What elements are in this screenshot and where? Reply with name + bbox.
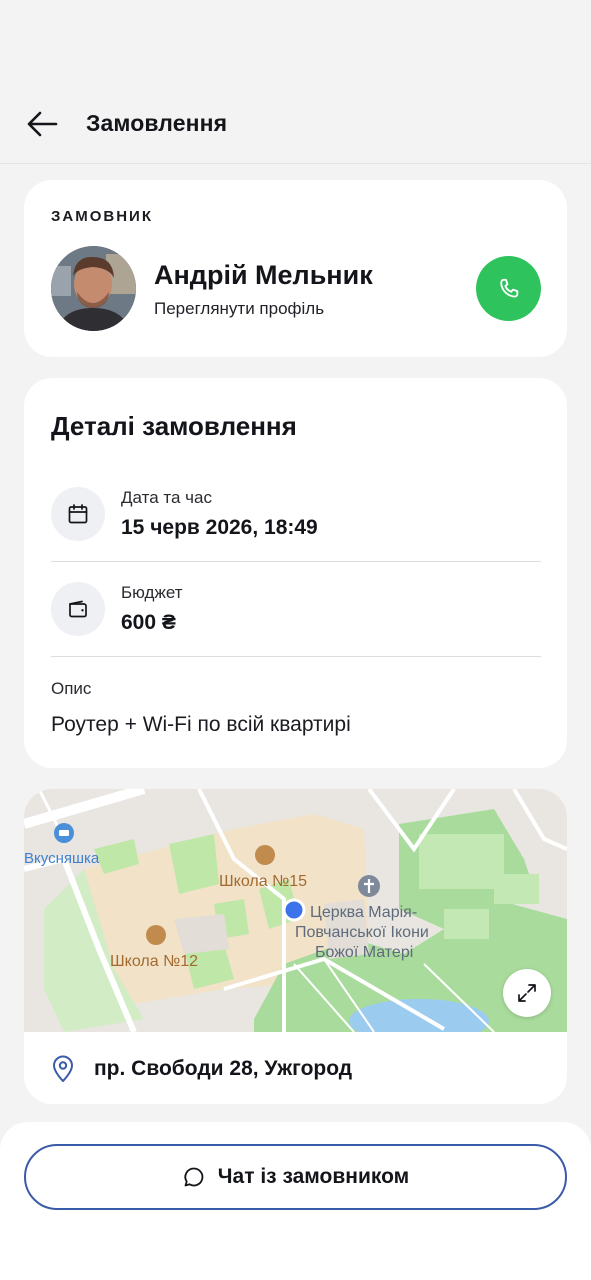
customer-card: ЗАМОВНИК Андрій Мельник Переглянути проф… <box>24 180 567 357</box>
order-details-screen: Замовлення ЗАМОВНИК Андрій Мельник Перег… <box>0 0 591 1280</box>
church-map-label-line-2: Повчанської Ікони <box>295 924 429 941</box>
description-label: Опис <box>51 679 92 698</box>
top-app-bar: Замовлення <box>0 84 591 164</box>
divider <box>51 656 541 657</box>
order-details-card: Деталі замовлення Дата та час 15 черв 20… <box>24 378 567 768</box>
school-12-marker-icon[interactable] <box>146 925 166 945</box>
date-icon-badge <box>51 487 105 541</box>
avatar[interactable] <box>51 246 136 331</box>
chat-button-label: Чат із замовником <box>217 1165 410 1188</box>
church-map-label-line-3: Божої Матері <box>315 944 413 961</box>
budget-label: Бюджет <box>121 583 183 602</box>
chat-bubble-icon <box>184 1167 204 1187</box>
chat-with-customer-button[interactable]: Чат із замовником <box>24 1144 567 1210</box>
budget-value: 600 ₴ <box>121 611 176 634</box>
avatar-photo <box>51 246 136 331</box>
wallet-icon <box>69 600 87 618</box>
divider <box>51 561 541 562</box>
calendar-icon <box>68 504 88 524</box>
date-label: Дата та час <box>121 488 212 507</box>
customer-name: Андрій Мельник <box>154 260 373 290</box>
school-12-map-label: Школа №12 <box>110 953 198 970</box>
church-map-label-line-1: Церква Марія- <box>310 904 417 921</box>
expand-map-button[interactable] <box>503 969 551 1017</box>
date-value: 15 черв 2026, 18:49 <box>121 516 318 539</box>
address-text: пр. Свободи 28, Ужгород <box>94 1057 353 1080</box>
budget-icon-badge <box>51 582 105 636</box>
customer-section-caption: ЗАМОВНИК <box>51 208 153 225</box>
call-button[interactable] <box>476 256 541 321</box>
back-button[interactable] <box>24 108 60 140</box>
expand-icon <box>518 984 536 1002</box>
page-title: Замовлення <box>86 110 228 136</box>
map-view[interactable]: Вкусняшка Школа №15 Школа №12 Церква Мар… <box>24 789 567 1032</box>
school-15-marker-icon[interactable] <box>255 845 275 865</box>
description-value: Роутер + Wi-Fi по всій квартирі <box>51 713 351 736</box>
location-pin-icon <box>53 1055 73 1082</box>
order-details-title: Деталі замовлення <box>51 411 297 441</box>
location-card: Вкусняшка Школа №15 Школа №12 Церква Мар… <box>24 789 567 1104</box>
bottom-action-bar: Чат із замовником <box>0 1122 591 1280</box>
phone-icon <box>499 278 518 298</box>
view-profile-link[interactable]: Переглянути профіль <box>154 299 324 319</box>
arrow-left-icon <box>27 111 58 137</box>
current-location-marker-icon <box>282 898 306 922</box>
school-15-map-label: Школа №15 <box>219 873 307 890</box>
cafe-map-label: Вкусняшка <box>24 850 100 867</box>
